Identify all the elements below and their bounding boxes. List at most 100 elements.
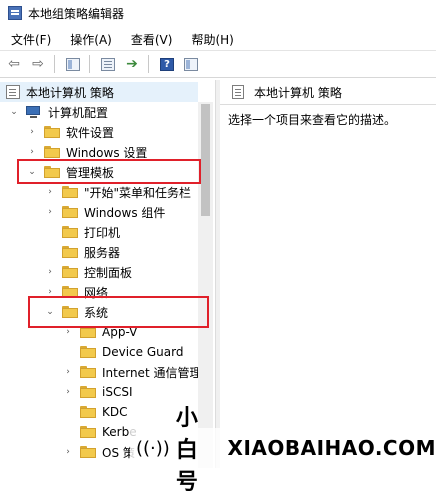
menu-action[interactable]: 操作(A) bbox=[59, 31, 120, 48]
tree-item-label: KDC bbox=[102, 405, 128, 419]
policy-document-icon bbox=[6, 85, 20, 99]
tree-item-label: 计算机配置 bbox=[48, 105, 109, 120]
forward-button[interactable]: ⇨ bbox=[28, 54, 48, 74]
details-description: 选择一个项目来查看它的描述。 bbox=[228, 113, 397, 127]
view-button[interactable] bbox=[181, 54, 201, 74]
forward-arrow-icon: ⇨ bbox=[32, 56, 44, 72]
folder-icon bbox=[80, 326, 96, 338]
tree-item-computer-config[interactable]: ⌄ 计算机配置 bbox=[8, 102, 108, 122]
tree-item-label: 本地计算机 策略 bbox=[26, 85, 114, 100]
tree-item-root[interactable]: 本地计算机 策略 bbox=[0, 82, 198, 102]
tree-item-label: 管理模板 bbox=[66, 165, 115, 180]
chevron-right-icon[interactable]: › bbox=[44, 186, 56, 198]
export-list-button[interactable]: ➔ bbox=[122, 54, 142, 74]
help-button[interactable]: ? bbox=[157, 54, 177, 74]
folder-icon bbox=[80, 346, 96, 358]
tree-item-label: 软件设置 bbox=[66, 125, 115, 140]
tree-item-start-menu[interactable]: › "开始"菜单和任务栏 bbox=[44, 182, 191, 202]
tree-item-label: 服务器 bbox=[84, 245, 121, 260]
tree-item-control-panel[interactable]: › 控制面板 bbox=[44, 262, 132, 282]
tree-item-os[interactable]: › OS 策 bbox=[62, 442, 135, 462]
tree-item-kdc[interactable]: KDC bbox=[62, 402, 128, 422]
menu-view[interactable]: 查看(V) bbox=[120, 31, 181, 48]
folder-icon bbox=[62, 266, 78, 278]
menu-bar: 文件(F) 操作(A) 查看(V) 帮助(H) bbox=[0, 28, 436, 50]
window-title: 本地组策略编辑器 bbox=[28, 6, 125, 21]
view-icon bbox=[184, 57, 198, 71]
tree-item-iscsi[interactable]: › iSCSI bbox=[62, 382, 133, 402]
console-tree-icon bbox=[66, 57, 80, 71]
tree-item-label: 控制面板 bbox=[84, 265, 133, 280]
broadcast-icon: ((·)) bbox=[136, 437, 170, 459]
computer-icon bbox=[26, 105, 42, 119]
folder-icon bbox=[80, 366, 96, 378]
chevron-right-icon[interactable]: › bbox=[44, 286, 56, 298]
show-hide-tree-button[interactable] bbox=[63, 54, 83, 74]
folder-icon bbox=[44, 146, 60, 158]
chevron-right-icon[interactable]: › bbox=[44, 266, 56, 278]
toolbar: ⇦ ⇨ ➔ ? bbox=[0, 50, 436, 78]
chevron-right-icon[interactable]: › bbox=[62, 386, 74, 398]
folder-icon bbox=[80, 426, 96, 438]
tree-item-software-settings[interactable]: › 软件设置 bbox=[26, 122, 114, 142]
tree-item-label: Internet 通信管理 bbox=[102, 365, 202, 380]
folder-icon bbox=[62, 186, 78, 198]
chevron-right-icon[interactable]: › bbox=[62, 366, 74, 378]
tree-item-label: 网络 bbox=[84, 285, 109, 300]
title-bar: 本地组策略编辑器 bbox=[0, 0, 436, 26]
tree-item-internet-comm[interactable]: › Internet 通信管理 bbox=[62, 362, 201, 382]
chevron-down-icon[interactable]: ⌄ bbox=[8, 106, 20, 118]
tree-item-label: App-V bbox=[102, 325, 138, 339]
tree-item-windows-settings[interactable]: › Windows 设置 bbox=[26, 142, 147, 162]
tree-item-system[interactable]: ⌄ 系统 bbox=[44, 302, 108, 322]
toolbar-separator bbox=[148, 55, 149, 73]
chevron-down-icon[interactable]: ⌄ bbox=[26, 166, 38, 178]
tree-item-servers[interactable]: 服务器 bbox=[44, 242, 120, 262]
chevron-right-icon[interactable]: › bbox=[26, 126, 38, 138]
folder-icon bbox=[80, 406, 96, 418]
tree-item-network[interactable]: › 网络 bbox=[44, 282, 108, 302]
folder-icon bbox=[62, 286, 78, 298]
menu-file[interactable]: 文件(F) bbox=[0, 31, 59, 48]
tree-item-app-v[interactable]: › App-V bbox=[62, 322, 137, 342]
tree-item-label: iSCSI bbox=[102, 385, 133, 399]
tree-item-windows-components[interactable]: › Windows 组件 bbox=[44, 202, 165, 222]
toolbar-separator bbox=[54, 55, 55, 73]
back-arrow-icon: ⇦ bbox=[8, 56, 20, 72]
toolbar-separator bbox=[89, 55, 90, 73]
tree-item-label: 系统 bbox=[84, 305, 109, 320]
scrollbar-thumb[interactable] bbox=[201, 104, 210, 216]
policy-document-icon bbox=[232, 85, 244, 99]
folder-icon bbox=[62, 246, 78, 258]
chevron-down-icon[interactable]: ⌄ bbox=[44, 306, 56, 318]
chevron-right-icon[interactable]: › bbox=[26, 146, 38, 158]
tree-item-kerberos[interactable]: Kerbe bbox=[62, 422, 137, 442]
details-pane: 本地计算机 策略 选择一个项目来查看它的描述。 bbox=[220, 80, 436, 468]
properties-icon bbox=[101, 57, 115, 71]
export-icon: ➔ bbox=[126, 56, 138, 72]
watermark-cn: 小白号 bbox=[175, 406, 199, 495]
details-header: 本地计算机 策略 bbox=[220, 80, 436, 105]
details-title: 本地计算机 策略 bbox=[254, 85, 342, 100]
tree-item-label: Device Guard bbox=[102, 345, 184, 359]
properties-button[interactable] bbox=[98, 54, 118, 74]
folder-icon bbox=[44, 166, 60, 178]
tree-item-label: 打印机 bbox=[84, 225, 121, 240]
folder-icon bbox=[80, 386, 96, 398]
chevron-right-icon[interactable]: › bbox=[44, 206, 56, 218]
tree-item-label: Windows 设置 bbox=[66, 145, 148, 160]
folder-icon bbox=[44, 126, 60, 138]
chevron-right-icon[interactable]: › bbox=[62, 446, 74, 458]
back-button[interactable]: ⇦ bbox=[4, 54, 24, 74]
chevron-right-icon[interactable]: › bbox=[62, 326, 74, 338]
watermark: ((·)) 小白号 XIAOBAIHAO.COM bbox=[130, 406, 436, 495]
app-icon bbox=[8, 6, 22, 20]
tree-item-admin-templates[interactable]: ⌄ 管理模板 bbox=[26, 162, 114, 182]
help-icon: ? bbox=[160, 57, 174, 71]
tree-item-label: Windows 组件 bbox=[84, 205, 166, 220]
tree-item-printers[interactable]: 打印机 bbox=[44, 222, 120, 242]
folder-icon bbox=[62, 226, 78, 238]
menu-help[interactable]: 帮助(H) bbox=[180, 31, 241, 48]
folder-icon bbox=[62, 206, 78, 218]
tree-item-device-guard[interactable]: Device Guard bbox=[62, 342, 183, 362]
